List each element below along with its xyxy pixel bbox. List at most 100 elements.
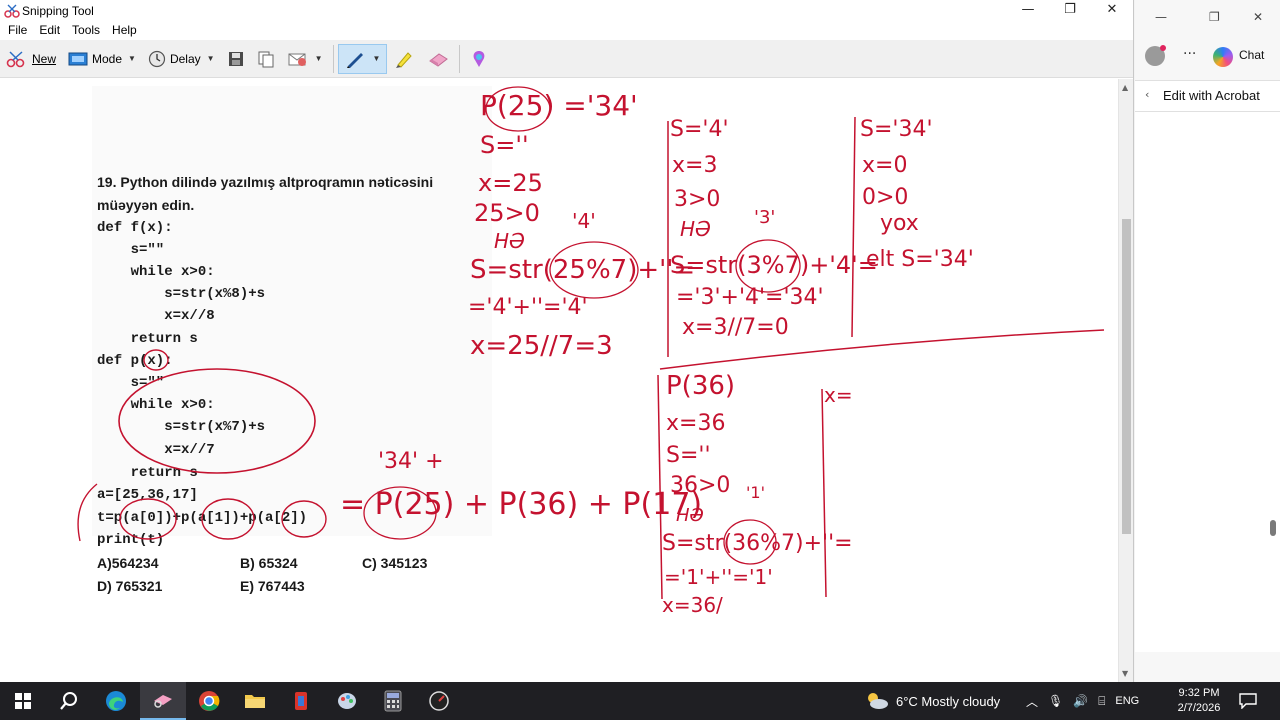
new-label: New — [32, 51, 57, 66]
snip-canvas[interactable]: 19. Python dilində yazılmış altproqramın… — [0, 79, 1118, 682]
hw-sum-note: '34' + — [378, 449, 444, 474]
hw-sum-line: = P(25) + P(36) + P(17) — [340, 487, 703, 522]
network-icon[interactable]: ⌸ — [1098, 694, 1105, 709]
scissors-icon — [6, 50, 25, 67]
search-button[interactable] — [46, 682, 92, 720]
edge-scrollbar[interactable] — [1268, 96, 1278, 678]
canvas-scrollbar[interactable]: ▲ ▼ — [1118, 79, 1133, 682]
scroll-down-icon[interactable]: ▼ — [1122, 669, 1128, 678]
save-disk-icon — [228, 51, 243, 66]
hw-col1-note: '4' — [572, 209, 596, 233]
menu-bar: File Edit Tools Help — [0, 22, 1133, 40]
hw-col3-line: yox — [880, 211, 919, 236]
weather-widget[interactable]: 6°C Mostly cloudy — [864, 682, 1000, 720]
edge-browser-icon — [106, 691, 126, 711]
clock-icon — [148, 50, 166, 67]
windows-logo-icon — [15, 693, 31, 709]
chevron-down-icon: ▼ — [206, 54, 215, 63]
snipping-tool-icon — [154, 695, 172, 708]
copy-icon — [258, 51, 274, 67]
hw-col3-line: 0>0 — [862, 185, 909, 210]
taskbar: 6°C Mostly cloudy ︿ 🎙 🔊 ⌸ ENG 9:32 PM 2/… — [0, 682, 1280, 720]
hw-col1-line: S='' — [480, 131, 529, 159]
edge-toolbar: ··· Chat — [1135, 44, 1280, 72]
notification-button[interactable] — [1236, 682, 1260, 720]
hw-bottom-line: ='1'+''='1' — [664, 565, 773, 589]
menu-tools[interactable]: Tools — [66, 22, 106, 40]
hw-col1-line: ='4'+''='4' — [468, 295, 588, 320]
minimize-button[interactable]: — — [1006, 0, 1050, 22]
notification-speech-bubble-icon — [1239, 693, 1257, 709]
taskbar-file-explorer[interactable] — [232, 682, 278, 720]
scroll-thumb[interactable] — [1122, 219, 1131, 534]
save-button[interactable] — [221, 44, 251, 74]
chat-button[interactable]: Chat — [1239, 48, 1264, 62]
hw-col3-line: x=0 — [862, 153, 908, 178]
copy-button[interactable] — [251, 44, 281, 74]
window-title: Snipping Tool — [22, 4, 94, 18]
delay-button[interactable]: Delay ▼ — [142, 44, 221, 74]
edit-with-acrobat-label: Edit with Acrobat — [1163, 88, 1260, 103]
search-icon — [60, 692, 77, 710]
mode-button[interactable]: Mode ▼ — [62, 44, 142, 74]
send-snip-button[interactable]: ▼ — [281, 44, 329, 74]
start-button[interactable] — [0, 682, 46, 720]
clock[interactable]: 9:32 PM 2/7/2026 — [1172, 682, 1226, 720]
divider-line — [851, 116, 856, 338]
edge-minimize-button[interactable]: — — [1155, 10, 1167, 24]
edge-close-button[interactable]: ✕ — [1253, 10, 1263, 24]
notification-dot — [1160, 45, 1166, 51]
eraser-button[interactable] — [421, 44, 455, 74]
language-indicator[interactable]: ENG — [1115, 695, 1139, 707]
taskbar-app-paint[interactable] — [324, 682, 370, 720]
chevron-down-icon: ▼ — [314, 54, 323, 63]
folder-icon — [245, 695, 265, 708]
chevron-left-icon[interactable]: ‹ — [1145, 88, 1149, 101]
eraser-icon — [429, 52, 449, 67]
taskbar-calculator[interactable] — [370, 682, 416, 720]
edit-with-acrobat-bar[interactable]: ‹ Edit with Acrobat — [1135, 80, 1280, 112]
menu-help[interactable]: Help — [106, 22, 143, 40]
mode-rectangle-icon — [68, 52, 88, 65]
edge-scroll-thumb[interactable] — [1270, 520, 1276, 536]
taskbar-chrome[interactable] — [186, 682, 232, 720]
scroll-up-icon[interactable]: ▲ — [1122, 83, 1128, 92]
circle-around-p-body — [118, 368, 316, 474]
edge-restore-button[interactable]: ❐ — [1209, 10, 1220, 24]
hw-col2-line: HƏ — [680, 217, 711, 241]
taskbar-edge[interactable] — [93, 682, 139, 720]
captured-image: 19. Python dilində yazılmış altproqramın… — [0, 79, 1118, 682]
hw-col2-line: 3>0 — [674, 187, 721, 212]
hw-bottom-line: x=36/ — [662, 593, 723, 617]
hw-col1-line: x=25 — [478, 169, 543, 197]
pen-tool-button[interactable]: ▼ — [337, 43, 388, 74]
clock-time: 9:32 PM — [1178, 687, 1220, 699]
paint3d-button[interactable] — [464, 44, 494, 74]
bracket-stroke — [77, 483, 98, 542]
hw-col1-line: S=str(25%7)+''= — [470, 255, 696, 285]
hw-col2-line: S='4' — [670, 117, 729, 142]
menu-edit[interactable]: Edit — [33, 22, 66, 40]
new-snip-button[interactable]: New — [0, 44, 62, 74]
close-button[interactable]: ✕ — [1090, 0, 1134, 22]
highlighter-button[interactable] — [387, 44, 421, 74]
copilot-icon[interactable] — [1213, 47, 1233, 67]
microphone-icon[interactable]: 🎙 — [1048, 694, 1063, 708]
envelope-icon — [288, 53, 306, 66]
taskbar-app-red[interactable] — [278, 682, 324, 720]
taskbar-snipping-tool[interactable] — [140, 682, 186, 720]
menu-file[interactable]: File — [2, 22, 33, 40]
speaker-icon[interactable]: 🔊 — [1073, 694, 1088, 708]
restore-button[interactable]: ❐ — [1048, 0, 1092, 22]
highlighter-icon — [396, 51, 413, 68]
show-hidden-icons-chevron-up-icon[interactable]: ︿ — [1026, 693, 1038, 710]
hw-col2-note: '3' — [754, 207, 776, 228]
taskbar-app-dial[interactable] — [416, 682, 462, 720]
circle-a2 — [281, 500, 327, 538]
divider-line — [821, 388, 827, 598]
hw-bottom-line: S='' — [666, 443, 711, 468]
more-options-icon[interactable]: ··· — [1183, 46, 1196, 62]
system-tray: ︿ 🎙 🔊 ⌸ ENG — [1026, 682, 1139, 720]
toolbar-divider — [332, 44, 334, 73]
hw-x-equals: x= — [824, 383, 853, 407]
